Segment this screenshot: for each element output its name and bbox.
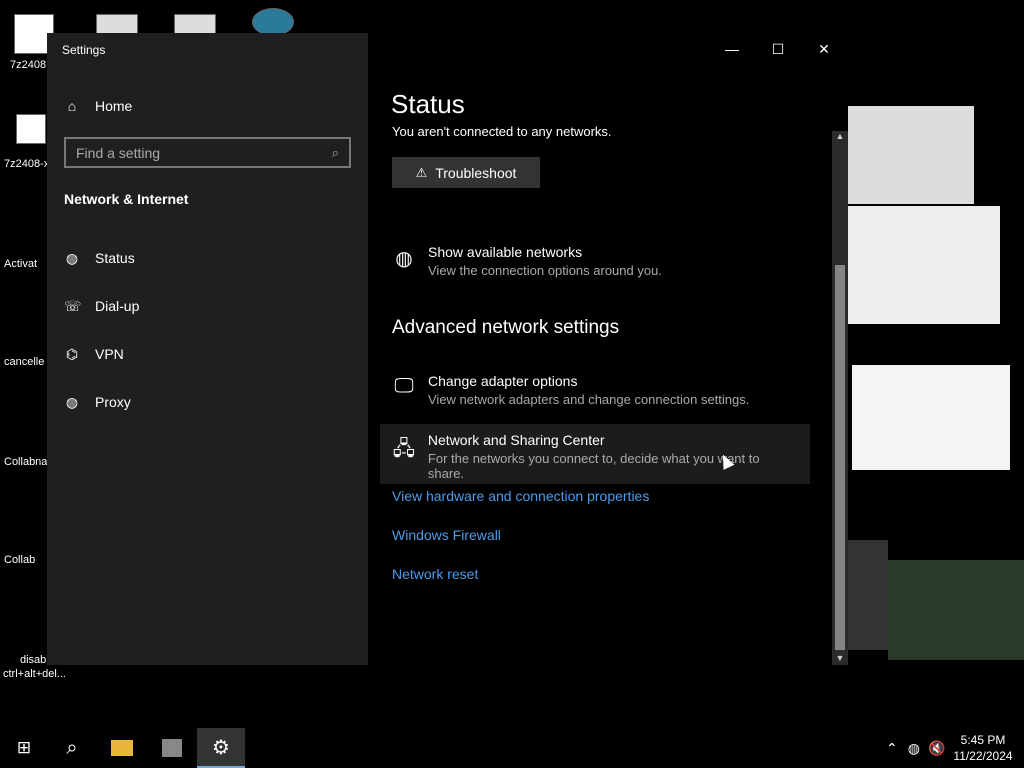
troubleshoot-label: Troubleshoot bbox=[435, 164, 517, 181]
scroll-up-icon[interactable]: ▲ bbox=[832, 131, 848, 143]
nav-home[interactable]: ⌂ Home bbox=[64, 95, 133, 117]
taskbar-search-button[interactable]: ⌕ bbox=[48, 728, 96, 768]
nav-home-label: Home bbox=[95, 98, 133, 114]
clock-time: 5:45 PM bbox=[960, 733, 1006, 747]
vpn-icon: ⌬ bbox=[65, 345, 79, 362]
search-icon[interactable]: ⌕ bbox=[332, 145, 339, 161]
desktop-icon-7z-second[interactable] bbox=[16, 114, 46, 144]
background-green-area bbox=[888, 560, 1024, 660]
home-icon: ⌂ bbox=[67, 98, 77, 114]
option-title: Network and Sharing Center bbox=[427, 432, 605, 448]
background-window bbox=[848, 540, 888, 650]
nav-section-title: Network & Internet bbox=[64, 191, 189, 207]
maximize-button[interactable]: ☐ bbox=[755, 33, 801, 65]
desktop-icon[interactable] bbox=[96, 14, 138, 34]
network-app-icon bbox=[162, 739, 182, 757]
maximize-icon: ☐ bbox=[771, 40, 785, 57]
background-drawing bbox=[848, 206, 1000, 324]
file-explorer-icon bbox=[111, 740, 133, 756]
network-sharing-center[interactable]: 🖧 Network and Sharing Center For the net… bbox=[380, 424, 810, 484]
taskbar-settings[interactable]: ⚙ bbox=[197, 728, 245, 768]
nav-item-dial-up[interactable]: ☏ Dial-up bbox=[47, 286, 368, 326]
scroll-down-icon[interactable]: ▼ bbox=[832, 653, 848, 665]
scrollbar-thumb[interactable] bbox=[835, 265, 845, 650]
globe-icon: ◍ bbox=[65, 249, 79, 266]
page-title: Status bbox=[391, 89, 465, 119]
option-desc: View the connection options around you. bbox=[428, 263, 662, 278]
option-desc: For the networks you connect to, decide … bbox=[427, 451, 760, 481]
system-tray: ⌃ ◍ 🔇 bbox=[886, 728, 945, 768]
option-title: Show available networks bbox=[428, 244, 583, 260]
nav-item-label: VPN bbox=[95, 346, 124, 362]
ctrl-alt-del-hint: ctrl+alt+del... bbox=[3, 668, 66, 680]
desktop-icon-browser[interactable] bbox=[252, 8, 294, 36]
desktop-icon-label: Collab bbox=[4, 554, 36, 566]
desktop-icon-label: 7z2408-x bbox=[4, 158, 50, 170]
search-icon: ⌕ bbox=[66, 736, 78, 759]
troubleshoot-button[interactable]: ⚠ Troubleshoot bbox=[392, 157, 540, 188]
close-button[interactable]: ✕ bbox=[801, 33, 847, 65]
desktop-icon-label: 7z2408 bbox=[10, 59, 47, 71]
windows-start-icon: ⊞ bbox=[16, 738, 32, 757]
volume-muted-icon[interactable]: 🔇 bbox=[928, 740, 945, 757]
show-available-networks[interactable]: ◍ Show available networks View the conne… bbox=[380, 236, 810, 286]
sharing-center-icon: 🖧 bbox=[392, 438, 416, 460]
desktop-screen: { "desktop": { "icon_label_top": "7z2408… bbox=[0, 0, 1024, 768]
background-drawing bbox=[852, 365, 1010, 470]
gear-icon: ⚙ bbox=[212, 736, 230, 759]
adapter-icon: 🖵 bbox=[394, 375, 414, 397]
desktop-icon-label: cancelle bbox=[4, 356, 45, 368]
desktop-icon-label: Activat bbox=[4, 258, 38, 270]
taskbar-file-explorer[interactable] bbox=[98, 728, 146, 768]
taskbar-clock[interactable]: 5:45 PM 11/22/2024 bbox=[950, 732, 1016, 764]
nav-item-vpn[interactable]: ⌬ VPN bbox=[47, 334, 368, 374]
clock-date: 11/22/2024 bbox=[953, 749, 1013, 763]
content-scrollbar[interactable]: ▲ ▼ bbox=[832, 131, 848, 665]
change-adapter-options[interactable]: 🖵 Change adapter options View network ad… bbox=[380, 365, 810, 415]
minimize-button[interactable]: — bbox=[709, 33, 755, 65]
window-title: Settings bbox=[62, 43, 106, 57]
nav-item-proxy[interactable]: ◍ Proxy bbox=[47, 382, 368, 422]
settings-nav-pane: Settings ⌂ Home ⌕ Network & Internet ◍ S… bbox=[47, 33, 368, 665]
taskbar-network-app[interactable] bbox=[148, 728, 196, 768]
tray-overflow-icon[interactable]: ⌃ bbox=[886, 740, 898, 757]
settings-window: Settings ⌂ Home ⌕ Network & Internet ◍ S… bbox=[47, 33, 848, 665]
link-windows-firewall[interactable]: Windows Firewall bbox=[392, 527, 501, 543]
option-desc: View network adapters and change connect… bbox=[428, 392, 750, 407]
background-drawing bbox=[848, 106, 974, 204]
option-title: Change adapter options bbox=[428, 373, 578, 389]
minimize-icon: — bbox=[725, 41, 739, 57]
find-setting-search[interactable]: ⌕ bbox=[64, 137, 351, 168]
nav-item-label: Proxy bbox=[95, 394, 131, 410]
globe-icon: ◍ bbox=[65, 393, 79, 410]
phone-icon: ☏ bbox=[64, 297, 82, 314]
connection-status-text: You aren't connected to any networks. bbox=[392, 124, 612, 139]
advanced-settings-heading: Advanced network settings bbox=[392, 317, 620, 338]
network-globe-icon: ◍ bbox=[395, 248, 413, 270]
taskbar: ⊞ ⌕ ⚙ ⌃ ◍ 🔇 5:45 PM 11/22/2024 bbox=[0, 728, 1024, 768]
desktop-icon-label: disab bbox=[20, 654, 47, 666]
close-icon: ✕ bbox=[818, 40, 830, 57]
start-button[interactable]: ⊞ bbox=[0, 728, 48, 768]
settings-content-pane: — ☐ ✕ Status You aren't connected to any… bbox=[368, 33, 848, 665]
warning-icon: ⚠ bbox=[415, 164, 428, 180]
network-globe-icon[interactable]: ◍ bbox=[908, 740, 920, 757]
link-network-reset[interactable]: Network reset bbox=[392, 566, 478, 582]
nav-item-label: Status bbox=[95, 250, 135, 266]
search-input[interactable] bbox=[76, 144, 316, 161]
link-hardware-properties[interactable]: View hardware and connection properties bbox=[392, 488, 649, 504]
desktop-icon-label: Collabna bbox=[4, 456, 48, 468]
nav-item-label: Dial-up bbox=[95, 298, 140, 314]
desktop-icon[interactable] bbox=[174, 14, 216, 34]
nav-item-status[interactable]: ◍ Status bbox=[47, 238, 368, 278]
